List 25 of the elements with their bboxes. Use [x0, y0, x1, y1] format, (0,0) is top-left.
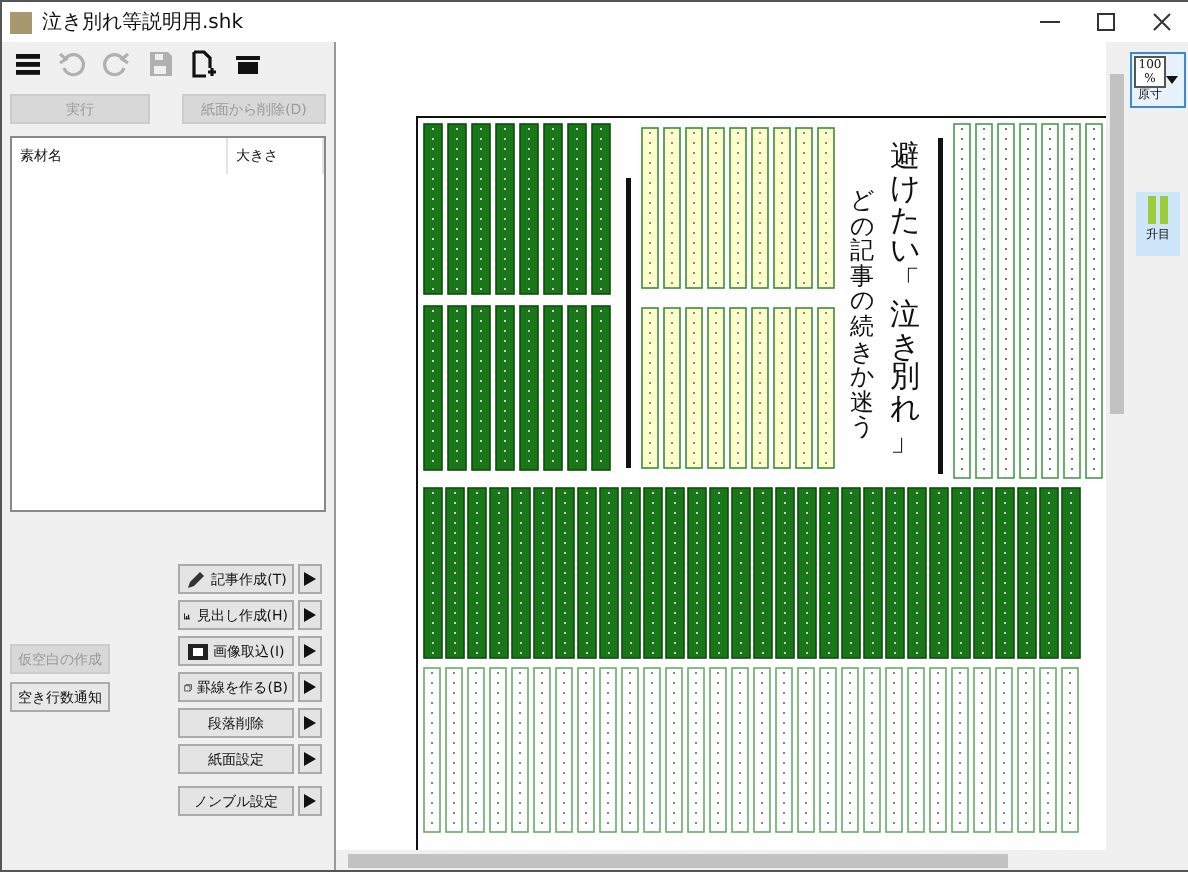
expand-button[interactable] [298, 786, 322, 816]
expand-button[interactable] [298, 564, 322, 594]
pencil-icon [185, 569, 206, 589]
article-headline: 避けたい「泣き別れ」 [890, 142, 920, 457]
play-icon [304, 644, 316, 658]
play-icon [304, 572, 316, 586]
menu-icon[interactable] [14, 50, 42, 78]
play-icon [304, 716, 316, 730]
expand-button[interactable] [298, 600, 322, 630]
caret-icon [1166, 76, 1178, 84]
play-icon [304, 680, 316, 694]
grid-icon [1146, 196, 1170, 224]
play-icon [304, 752, 316, 766]
expand-button[interactable] [298, 636, 322, 666]
tray-icon[interactable] [234, 50, 262, 78]
play-icon [304, 608, 316, 622]
new-file-icon[interactable] [190, 50, 218, 78]
image-icon [187, 641, 208, 661]
play-icon [304, 794, 316, 808]
window-title: 泣き別れ等説明用.shk [42, 9, 246, 36]
expand-button[interactable] [298, 672, 322, 702]
app-icon [10, 11, 32, 33]
expand-button[interactable] [298, 708, 322, 738]
expand-button[interactable] [298, 744, 322, 774]
article-subheadline: どの記事の続きか迷う [850, 188, 874, 440]
